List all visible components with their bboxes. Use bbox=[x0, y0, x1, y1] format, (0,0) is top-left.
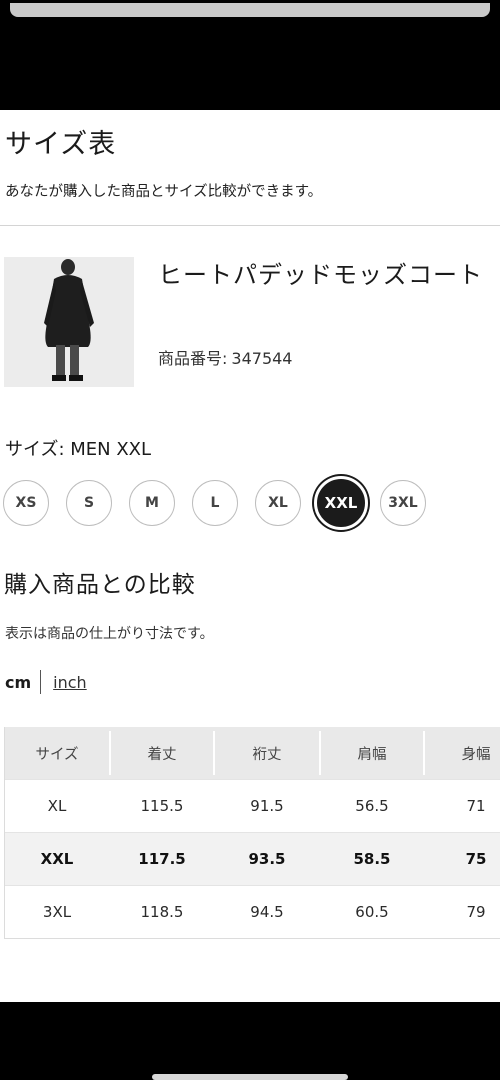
size-chip-m[interactable]: M bbox=[129, 480, 175, 526]
unit-inch-link[interactable]: inch bbox=[53, 673, 87, 692]
table-row: 3XL 118.5 94.5 60.5 79 bbox=[5, 885, 500, 938]
table-cell: 60.5 bbox=[355, 903, 389, 921]
size-chip-l[interactable]: L bbox=[192, 480, 238, 526]
table-cell: 75 bbox=[465, 850, 487, 868]
unit-toggle: cm inch bbox=[5, 670, 87, 694]
header-cell-chest: 身幅 bbox=[461, 746, 491, 763]
size-chart-sheet: サイズ表 あなたが購入した商品とサイズ比較ができます。 ヒートパデッドモッズコー… bbox=[0, 110, 500, 1002]
size-chip-xs[interactable]: XS bbox=[3, 480, 49, 526]
table-cell: 58.5 bbox=[353, 850, 391, 868]
size-chip-xl[interactable]: XL bbox=[255, 480, 301, 526]
table-header-row: サイズ 着丈 裄丈 肩幅 身幅 bbox=[5, 727, 500, 779]
top-black-bar bbox=[0, 0, 500, 110]
product-number-value: 347544 bbox=[231, 349, 293, 368]
top-status-strip bbox=[10, 3, 490, 17]
home-indicator[interactable] bbox=[152, 1074, 348, 1080]
product-image bbox=[4, 257, 134, 387]
header-cell-shoulder: 肩幅 bbox=[357, 746, 387, 763]
bottom-black-bar bbox=[0, 1002, 500, 1080]
header-cell-length: 着丈 bbox=[147, 746, 177, 763]
table-cell: 93.5 bbox=[248, 850, 286, 868]
table-cell: XL bbox=[47, 797, 67, 815]
unit-separator bbox=[40, 670, 42, 694]
size-chip-s[interactable]: S bbox=[66, 480, 112, 526]
page-subtitle: あなたが購入した商品とサイズ比較ができます。 bbox=[5, 184, 323, 200]
table-cell: 117.5 bbox=[138, 850, 186, 868]
header-cell-sleeve: 裄丈 bbox=[252, 746, 282, 763]
table-cell: XXL bbox=[40, 850, 74, 868]
table-cell: 115.5 bbox=[140, 797, 184, 815]
table-cell: 118.5 bbox=[140, 903, 184, 921]
table-row-highlighted: XXL 117.5 93.5 58.5 75 bbox=[5, 832, 500, 885]
selected-size-label: サイズ: MEN XXL bbox=[5, 439, 152, 460]
table-cell: 3XL bbox=[42, 903, 72, 921]
size-chip-3xl[interactable]: 3XL bbox=[380, 480, 426, 526]
page-title: サイズ表 bbox=[5, 129, 117, 160]
product-name: ヒートパデッドモッズコート bbox=[158, 261, 483, 289]
table-cell: 91.5 bbox=[250, 797, 284, 815]
measurement-note: 表示は商品の仕上がり寸法です。 bbox=[5, 626, 214, 642]
model-in-coat-illustration bbox=[4, 257, 134, 387]
product-number-label: 商品番号: bbox=[158, 349, 228, 368]
table-row: XL 115.5 91.5 56.5 71 bbox=[5, 779, 500, 832]
table-cell: 71 bbox=[466, 797, 486, 815]
table-cell: 79 bbox=[466, 903, 486, 921]
unit-cm-option[interactable]: cm bbox=[5, 673, 31, 692]
table-cell: 94.5 bbox=[250, 903, 284, 921]
divider bbox=[0, 225, 500, 226]
product-number: 商品番号: 347544 bbox=[158, 345, 292, 369]
table-cell: 56.5 bbox=[355, 797, 389, 815]
size-comparison-table: サイズ 着丈 裄丈 肩幅 身幅 XL 115.5 91.5 56.5 71 XX… bbox=[4, 727, 500, 939]
header-cell-size: サイズ bbox=[35, 746, 79, 763]
size-chip-xxl-selected[interactable]: XXL bbox=[314, 476, 368, 530]
comparison-title: 購入商品との比較 bbox=[4, 572, 196, 598]
